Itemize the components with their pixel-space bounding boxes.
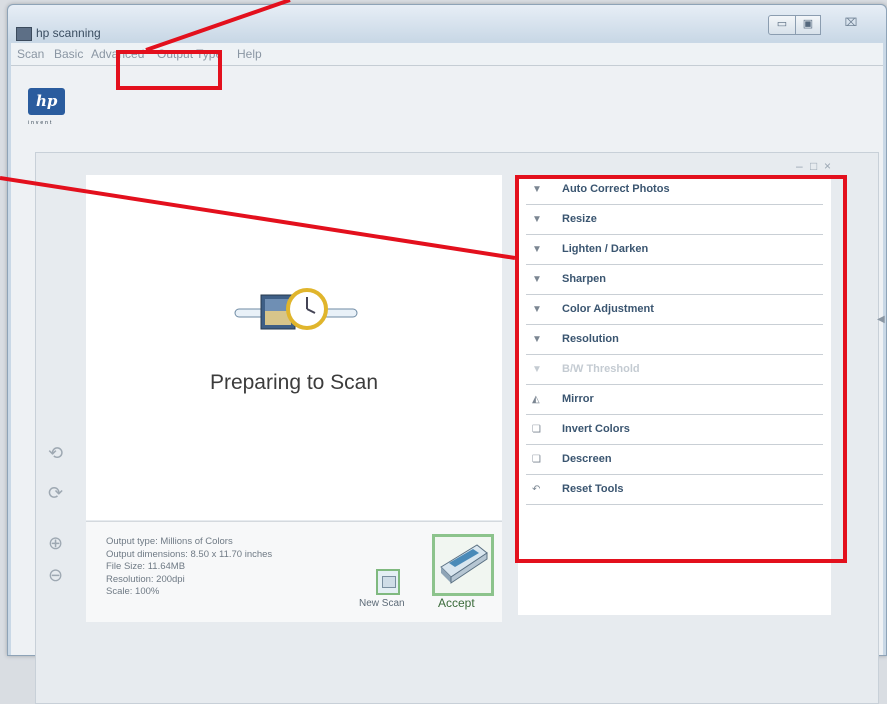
annotation-box-tools bbox=[515, 175, 847, 563]
annotation-box-menu bbox=[116, 50, 222, 90]
